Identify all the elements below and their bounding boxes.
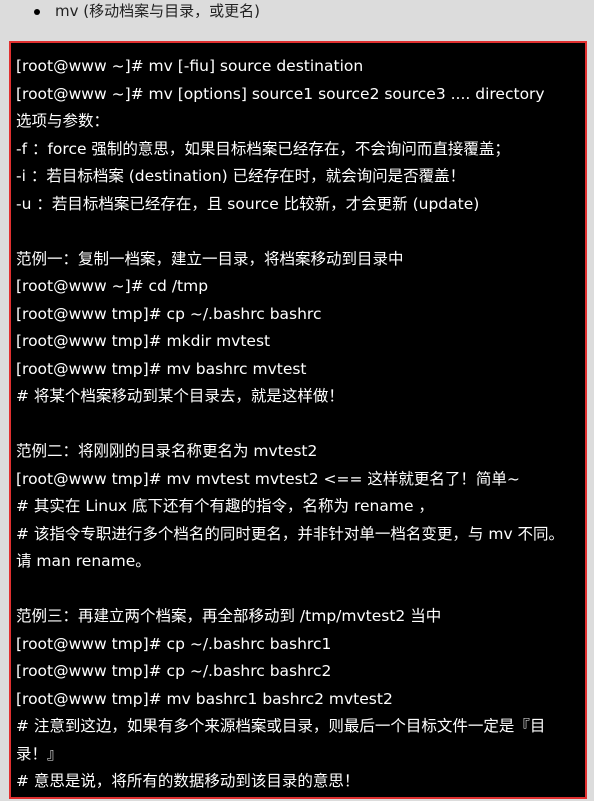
code-line: -u ：若目标档案已经存在，且 source 比较新，才会更新 (update) — [16, 194, 480, 213]
code-line: # 将某个档案移动到某个目录去，就是这样做！ — [16, 387, 344, 405]
code-line: # 其实在 Linux 底下还有个有趣的指令，名称为 rename ， — [16, 497, 434, 515]
code-line: 录！』 — [16, 744, 63, 763]
code-line: [root@www tmp]# mv bashrc1 bashrc2 mvtes… — [16, 689, 393, 708]
code-line: [root@www ~]# mv [options] source1 sourc… — [16, 84, 545, 103]
code-line: [root@www tmp]# mkdir mvtest — [16, 332, 271, 350]
code-line: [root@www tmp]# cp ~/.bashrc bashrc — [16, 304, 322, 323]
code-lines: [root@www ~]# mv [-fiu] source destinati… — [16, 53, 564, 796]
code-line: 范例二：将刚刚的目录名称更名为 mvtest2 — [16, 442, 318, 460]
bullet-dot-icon — [34, 9, 40, 15]
code-line: [root@www ~]# mv [-fiu] source destinati… — [16, 57, 364, 75]
code-block: [root@www ~]# mv [-fiu] source destinati… — [9, 41, 587, 799]
bullet-item: mv (移动档案与目录，或更名) — [0, 0, 594, 36]
code-line: [root@www tmp]# cp ~/.bashrc bashrc2 — [16, 662, 332, 680]
code-line: -i ：若目标档案 (destination) 已经存在时，就会询问是否覆盖！ — [16, 167, 466, 185]
code-line: -f ：force 强制的意思，如果目标档案已经存在，不会询问而直接覆盖； — [16, 139, 510, 158]
code-line: [root@www tmp]# mv bashrc mvtest — [16, 359, 307, 378]
code-line: # 意思是说，将所有的数据移动到该目录的意思！ — [16, 772, 360, 790]
code-line: # 注意到这边，如果有多个来源档案或目录，则最后一个目标文件一定是『目 — [16, 717, 546, 735]
code-line: # 该指令专职进行多个档名的同时更名，并非针对单一档名变更，与 mv 不同。 — [16, 524, 565, 543]
code-line: 请 man rename。 — [16, 552, 151, 570]
code-line: [root@www tmp]# mv mvtest mvtest2 <== 这样… — [16, 469, 520, 488]
code-line: [root@www tmp]# cp ~/.bashrc bashrc1 — [16, 634, 332, 653]
code-line: 范例三：再建立两个档案，再全部移动到 /tmp/mvtest2 当中 — [16, 607, 442, 625]
bullet-text: mv (移动档案与目录，或更名) — [55, 2, 260, 20]
code-line: 选项与参数： — [16, 112, 110, 130]
code-line: [root@www ~]# cd /tmp — [16, 277, 209, 295]
code-line: 范例一：复制一档案，建立一目录，将档案移动到目录中 — [16, 249, 404, 268]
